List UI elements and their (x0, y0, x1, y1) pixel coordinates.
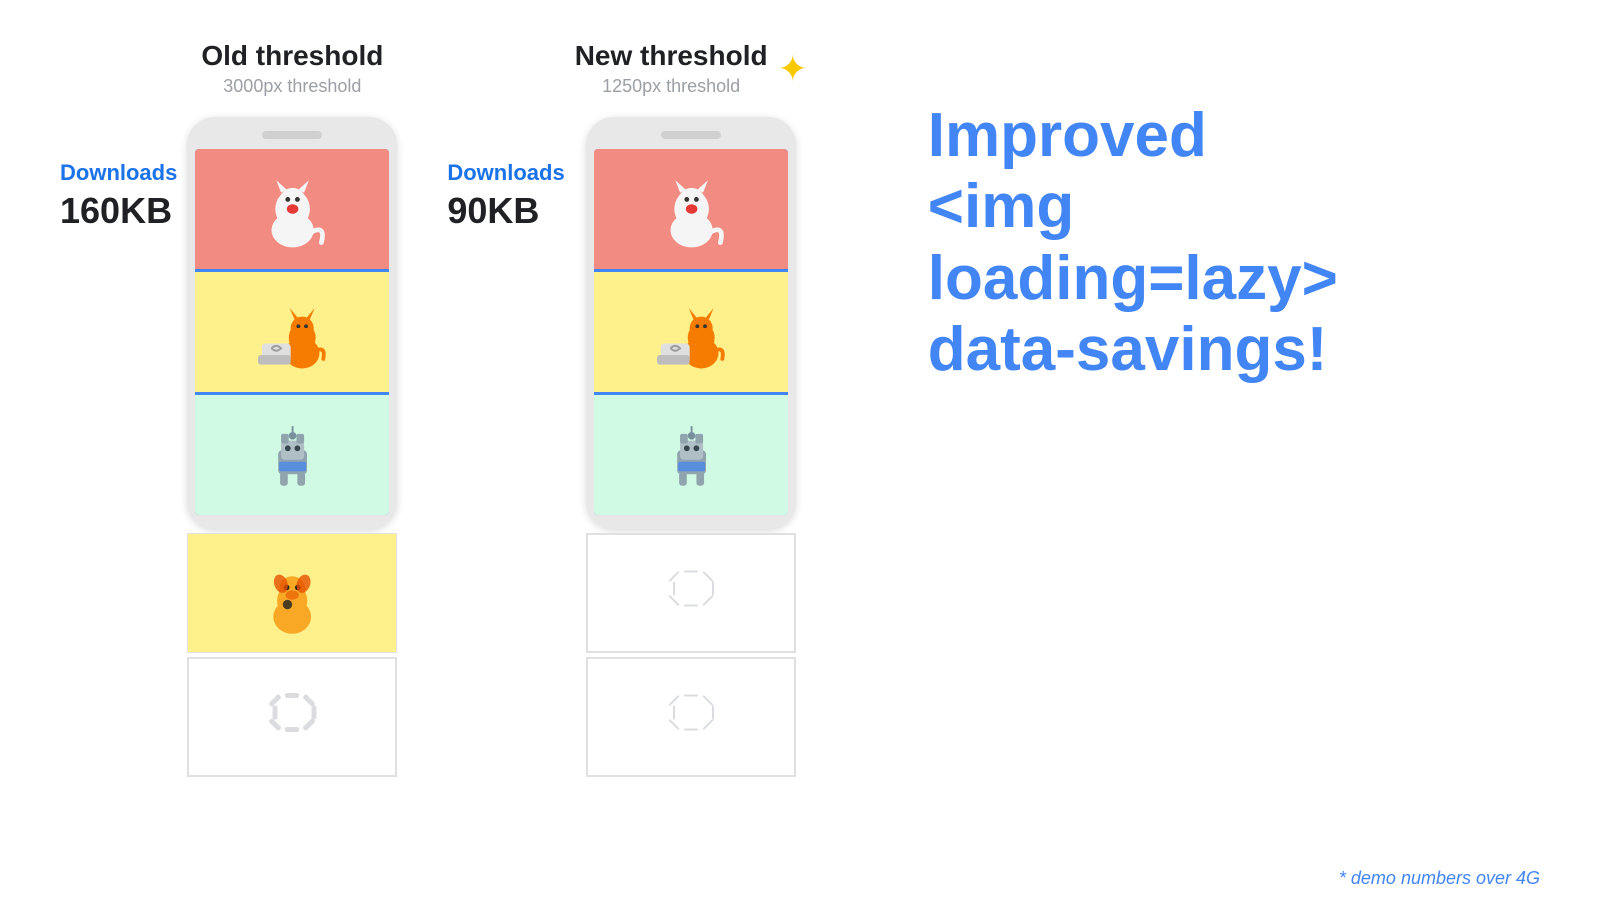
new-threshold-column: New threshold 1250px threshold ✦ (575, 40, 808, 777)
old-threshold-subtitle: 3000px threshold (201, 76, 383, 97)
right-downloads-label: Downloads (447, 160, 564, 186)
robot-dog-image-old (195, 395, 389, 515)
new-phone-notch (661, 131, 721, 139)
old-phone-screen (195, 149, 389, 515)
robot-dog-image-new (594, 395, 788, 515)
loading-card-old-1 (187, 657, 397, 777)
yellow-dog-card-old (187, 533, 397, 653)
loading-card-new-1 (586, 533, 796, 653)
cat-image-old (195, 149, 389, 269)
improved-heading: Improved <img loading=lazy> data-savings… (928, 100, 1500, 385)
new-phone-frame (586, 117, 796, 529)
new-threshold-subtitle: 1250px threshold (575, 76, 768, 97)
old-phone-frame (187, 117, 397, 529)
phone-notch (262, 131, 322, 139)
loading-card-new-2 (586, 657, 796, 777)
left-downloads-info: Downloads 160KB (60, 40, 177, 248)
loading-spinner-new-1 (587, 534, 795, 652)
old-threshold-header: Old threshold 3000px threshold (201, 40, 383, 97)
new-below-fold (586, 533, 796, 777)
demo-note: * demo numbers over 4G (1339, 868, 1540, 889)
new-threshold-header: New threshold 1250px threshold ✦ (575, 40, 808, 97)
right-downloads-size: 90KB (447, 190, 539, 232)
new-phone-screen (594, 149, 788, 515)
left-downloads-label: Downloads (60, 160, 177, 186)
info-section: Improved <img loading=lazy> data-savings… (868, 40, 1540, 425)
left-downloads-size: 160KB (60, 190, 172, 232)
orange-cat-image-new (594, 272, 788, 392)
sparkle-icon: ✦ (778, 48, 808, 90)
loading-spinner-new-2 (587, 658, 795, 776)
yellow-dog-image (188, 534, 396, 652)
old-below-fold (187, 533, 397, 777)
loading-spinner-old-1 (188, 658, 396, 776)
new-threshold-title: New threshold (575, 40, 768, 72)
cat-image-new (594, 149, 788, 269)
orange-cat-image-old (195, 272, 389, 392)
right-downloads-info: Downloads 90KB (447, 40, 564, 248)
old-threshold-column: Old threshold 3000px threshold (187, 40, 397, 777)
old-threshold-title: Old threshold (201, 40, 383, 72)
